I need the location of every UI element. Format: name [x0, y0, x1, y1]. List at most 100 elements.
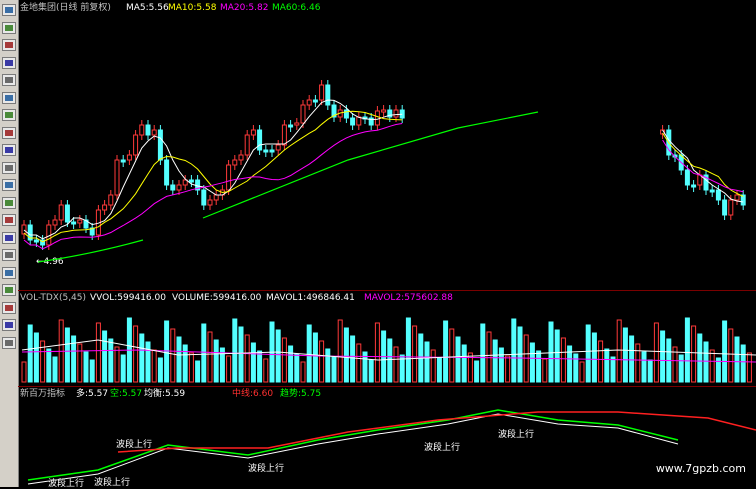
ma20-line — [23, 123, 744, 250]
volume-bar — [244, 334, 250, 383]
volume-bar — [195, 360, 201, 383]
chart-icon[interactable] — [2, 4, 16, 16]
candle-body — [52, 219, 58, 226]
signal-label: 波段上行 — [248, 464, 285, 474]
volume-bar — [554, 329, 560, 383]
candle-body — [306, 99, 312, 106]
candle-body — [722, 199, 728, 216]
candle-body — [201, 189, 207, 206]
candle-icon[interactable] — [2, 39, 16, 51]
volume-bar — [312, 332, 318, 383]
volume-bar — [89, 359, 95, 383]
volume-bar — [52, 356, 58, 383]
volume-bar — [709, 349, 715, 383]
volume-bar — [641, 351, 647, 383]
volume-bar — [393, 346, 399, 383]
candle-body — [691, 184, 697, 188]
candle-body — [77, 219, 83, 224]
volume-bar — [387, 338, 393, 383]
candle-body — [300, 104, 306, 124]
volume-bar — [585, 324, 591, 383]
volume-bar — [306, 324, 312, 383]
volume-bar — [102, 330, 108, 383]
candle-body — [164, 159, 170, 186]
candle-body — [145, 124, 151, 136]
volume-bar — [27, 324, 33, 383]
candle-body — [114, 159, 120, 196]
volume-bar — [647, 359, 653, 383]
watermark: www.7gpzb.com — [655, 462, 746, 475]
doc-icon[interactable] — [2, 179, 16, 191]
calc-icon[interactable] — [2, 161, 16, 174]
volume-bar — [529, 342, 535, 383]
volume-bar — [548, 321, 554, 383]
down-arrow-icon[interactable] — [2, 336, 16, 349]
list-icon[interactable] — [2, 91, 16, 104]
candle-body — [728, 199, 734, 216]
zoom-icon[interactable] — [2, 284, 16, 296]
candle-body — [381, 109, 387, 113]
volume-bar — [703, 341, 709, 383]
move-icon[interactable] — [2, 301, 16, 314]
volume-bar — [374, 322, 380, 383]
volume-bar — [188, 352, 194, 383]
candle-body — [734, 194, 740, 201]
candle-body — [238, 154, 244, 161]
book-icon[interactable] — [2, 144, 16, 156]
layout-icon[interactable] — [2, 266, 16, 279]
candle-body — [356, 116, 362, 126]
chart-canvas — [21, 80, 756, 485]
volume-bar — [610, 356, 616, 383]
volume-bar — [83, 351, 89, 383]
volume-bar — [660, 330, 666, 383]
candle-body — [244, 134, 250, 156]
candle-body — [250, 129, 256, 136]
ma10-line — [23, 110, 744, 243]
bars-icon[interactable] — [2, 231, 16, 244]
candle-body — [684, 169, 690, 186]
stack-icon[interactable] — [2, 214, 16, 226]
volume-bar — [573, 353, 579, 383]
line-icon[interactable] — [2, 21, 16, 34]
candle-body — [120, 159, 126, 163]
signal-label: 波段上行 — [424, 443, 461, 453]
candle-body — [108, 194, 114, 206]
volume-bar — [368, 359, 374, 383]
candle-body — [269, 149, 275, 153]
volume-bar — [64, 327, 70, 383]
volume-bar — [226, 355, 232, 383]
info-icon[interactable] — [2, 126, 16, 139]
candle-body — [226, 164, 232, 191]
up-arrow-icon[interactable] — [2, 319, 16, 331]
window-icon[interactable] — [2, 109, 16, 121]
volume-bar — [684, 317, 690, 383]
volume-bar — [746, 352, 752, 383]
screen-icon[interactable] — [2, 249, 16, 261]
volume-bar — [207, 331, 213, 383]
grid-icon[interactable] — [2, 56, 16, 69]
stock-chart[interactable]: 金地集团(日线 前复权) MA5:5.56 MA10:5.58 MA20:5.8… — [18, 0, 756, 489]
volume-bar — [622, 327, 628, 383]
volume-bar — [412, 325, 418, 383]
candle-body — [281, 124, 287, 146]
volume-bar — [145, 341, 151, 383]
table-icon[interactable] — [2, 74, 16, 86]
candle-body — [715, 189, 721, 201]
candle-body — [207, 199, 213, 206]
volume-bar — [542, 358, 548, 383]
candle-body — [257, 129, 263, 151]
volume-bar — [560, 337, 566, 383]
volume-bar — [257, 350, 263, 383]
volume-bar — [300, 361, 306, 383]
candle-body — [126, 154, 132, 161]
volume-bar — [697, 333, 703, 383]
volume-bar — [176, 336, 182, 383]
volume-bar — [436, 357, 442, 383]
volume-bar — [591, 332, 597, 383]
volume-bar — [455, 336, 461, 383]
candle-body — [325, 84, 331, 106]
tile-icon[interactable] — [2, 196, 16, 209]
candle-body — [393, 109, 399, 118]
volume-bar — [288, 345, 294, 383]
volume-bar — [728, 328, 734, 383]
